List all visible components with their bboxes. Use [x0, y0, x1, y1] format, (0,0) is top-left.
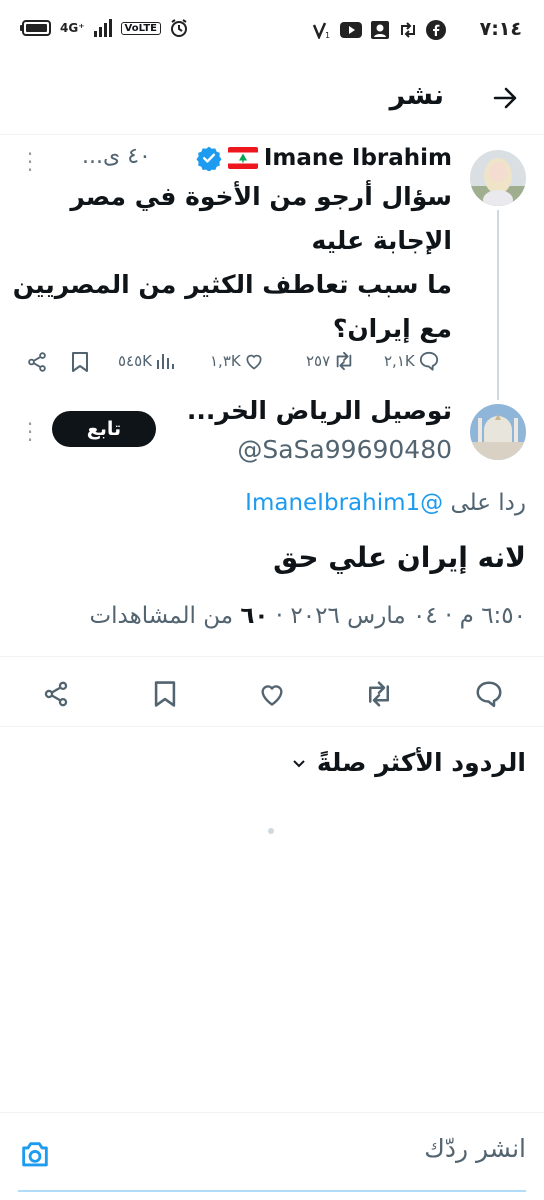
retweet-icon — [336, 351, 352, 371]
reply-to-mention-link[interactable]: @ImaneIbrahim1 — [245, 490, 443, 516]
youtube-icon — [340, 22, 362, 38]
meta-separator: · — [275, 603, 284, 629]
reply-actions-bar — [0, 670, 544, 720]
author-avatar[interactable] — [470, 150, 526, 206]
tweet-text-line: الإجابة عليه — [311, 226, 453, 255]
actions-divider — [0, 726, 544, 727]
vodafone-icon: 1 — [312, 22, 330, 39]
contacts-icon — [371, 21, 389, 39]
author-avatar-image — [470, 150, 526, 206]
clock: ٧:١٤ — [479, 18, 522, 40]
reply-author-avatar[interactable] — [470, 404, 526, 460]
facebook-icon — [426, 20, 446, 40]
signal-icon — [93, 19, 112, 37]
views-stat[interactable]: ٥٤٥K — [118, 351, 175, 371]
heart-icon — [261, 685, 283, 706]
reply-more-menu[interactable]: · · · — [24, 414, 36, 450]
meta-divider — [0, 656, 544, 657]
verified-badge-icon — [196, 146, 222, 171]
views-chart-icon — [157, 354, 175, 369]
loading-indicator — [268, 828, 274, 834]
reply-like-button[interactable] — [258, 680, 286, 708]
comment-icon — [476, 681, 502, 708]
retweet-status-icon — [401, 22, 415, 38]
svg-text:1: 1 — [325, 31, 330, 39]
lebanon-flag-icon — [227, 147, 258, 169]
composer-underline — [18, 1190, 526, 1192]
likes-count: ١,٣K — [210, 352, 241, 370]
status-left-icons: 4G⁺ VoLTE — [20, 18, 189, 38]
camera-icon — [22, 1142, 48, 1167]
heart-icon — [246, 354, 262, 370]
meta-views-count: ٦٠ — [240, 603, 269, 629]
tweet-actions-bar: ٥٤٥K ١,٣K ٢٥٧ ٢,١K — [0, 345, 544, 381]
tweet-more-menu[interactable]: · · · — [24, 144, 36, 180]
back-button[interactable] — [485, 78, 525, 118]
tweet-text-line: ما سبب تعاطف الكثير من المصريين — [12, 270, 452, 299]
tweet-text: سؤال أرجو من الأخوة في مصر الإجابة عليه … — [12, 175, 452, 351]
reply-to-label: ردا على — [450, 490, 526, 516]
reply-retweet-button[interactable] — [364, 680, 394, 708]
bookmark-icon — [154, 681, 176, 707]
composer-divider — [0, 1112, 544, 1113]
share-icon — [44, 681, 68, 707]
reply-share-button[interactable] — [42, 680, 70, 708]
reply-comment-button[interactable] — [474, 680, 504, 708]
network-type: 4G⁺ — [60, 21, 85, 35]
like-button[interactable]: ١,٣K — [210, 351, 264, 371]
arrow-right-icon — [493, 87, 517, 109]
author-name: Imane Ibrahim — [263, 145, 452, 171]
share-button[interactable] — [26, 351, 48, 373]
header-divider — [0, 134, 544, 135]
replies-count: ٢,١K — [384, 352, 415, 370]
status-bar: 4G⁺ VoLTE ··· 1 ٧:١٤ — [0, 0, 544, 62]
reply-bookmark-button[interactable] — [152, 680, 178, 708]
status-right-icons: 1 — [312, 20, 446, 40]
meta-views-label: من المشاهدات — [89, 603, 234, 629]
follow-button[interactable]: تابع — [52, 411, 156, 447]
tweet-meta-line: ٦:٥٠ م · ٠٤ مارس ٢٠٢٦ · ٦٠ من المشاهدات — [89, 603, 526, 629]
volte-badge: VoLTE — [120, 21, 161, 35]
bookmark-icon — [72, 352, 88, 372]
reply-author-handle[interactable]: @SaSa99690480 — [237, 435, 452, 464]
sort-label: الردود الأكثر صلةً — [316, 748, 526, 777]
sort-replies-dropdown[interactable]: الردود الأكثر صلةً — [291, 748, 526, 777]
page-title: نشر — [389, 80, 444, 111]
author-name-row[interactable]: Imane Ibrahim — [196, 145, 452, 171]
meta-date: ٠٤ مارس ٢٠٢٦ — [290, 603, 438, 629]
battery-icon — [20, 20, 51, 36]
retweet-icon — [369, 681, 389, 707]
reply-author-name[interactable]: توصيل الرياض الخر... — [187, 396, 452, 425]
meta-time: ٦:٥٠ م — [459, 603, 526, 629]
chevron-down-icon — [293, 759, 305, 767]
alarm-icon — [170, 19, 187, 37]
retweet-button[interactable]: ٢٥٧ — [306, 351, 355, 371]
share-icon — [28, 352, 46, 372]
views-count: ٥٤٥K — [118, 352, 153, 370]
reply-text: لانه إيران علي حق — [273, 541, 526, 574]
bookmark-button[interactable] — [70, 351, 90, 373]
comment-icon — [419, 351, 438, 371]
retweets-count: ٢٥٧ — [306, 352, 331, 370]
tweet-time-ago: ...٤٠ ى — [82, 144, 151, 169]
reply-button[interactable]: ٢,١K — [384, 351, 440, 371]
reply-composer-input[interactable]: انشر ردّك — [424, 1134, 526, 1163]
reply-avatar-image — [470, 404, 526, 460]
camera-button[interactable] — [18, 1138, 52, 1172]
reply-to-line: ردا على @ImaneIbrahim1 — [245, 490, 526, 516]
tweet-text-line: سؤال أرجو من الأخوة في مصر — [70, 182, 452, 211]
meta-separator: · — [445, 603, 453, 629]
top-header: نشر — [0, 62, 544, 132]
